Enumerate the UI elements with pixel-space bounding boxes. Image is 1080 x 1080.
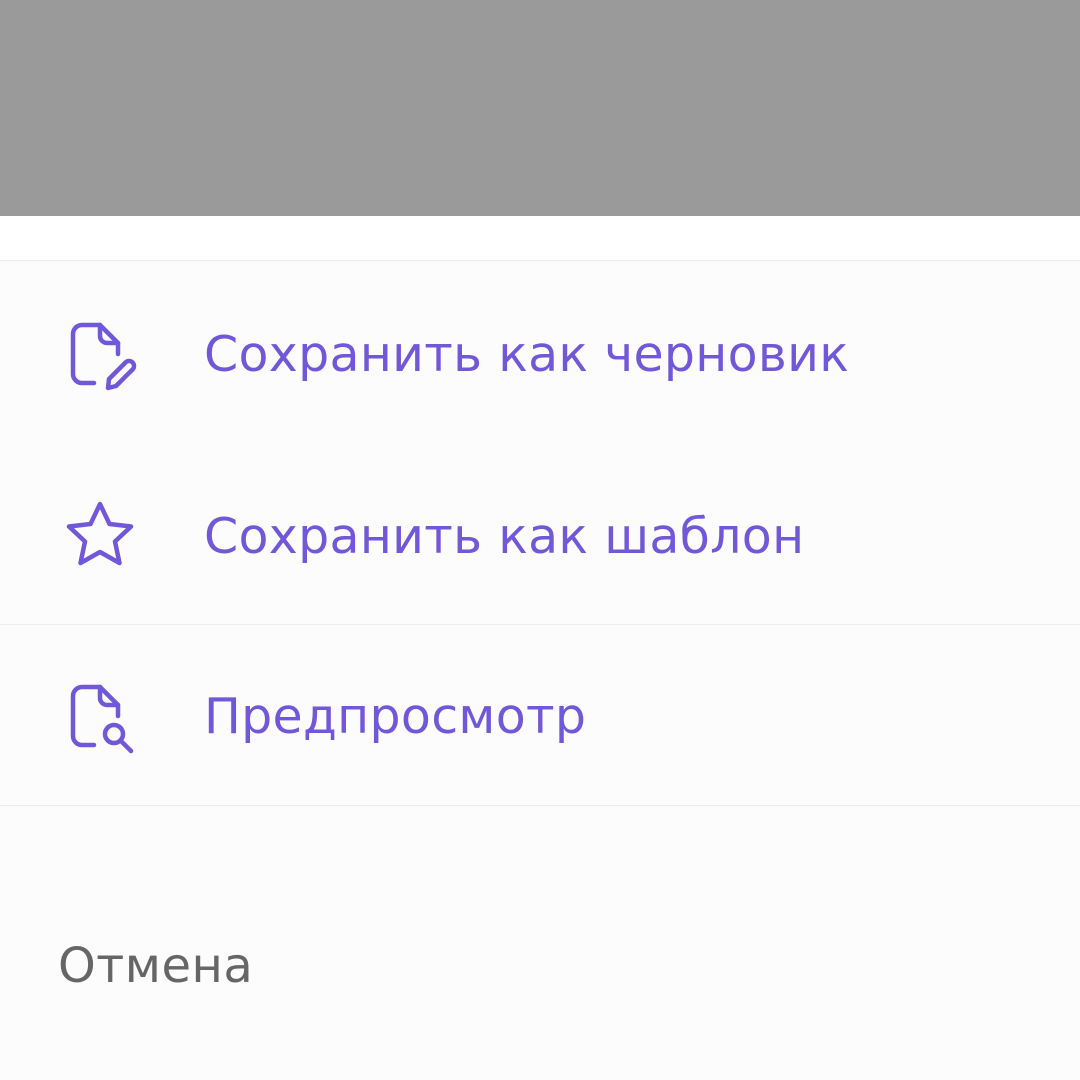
star-icon — [60, 496, 140, 576]
file-edit-icon — [60, 314, 140, 394]
sheet-header — [0, 216, 1080, 260]
save-as-template-button[interactable]: Сохранить как шаблон — [0, 446, 1080, 626]
save-as-draft-button[interactable]: Сохранить как черновик — [0, 264, 1080, 444]
file-search-icon — [60, 676, 140, 756]
scrim-overlay[interactable] — [0, 0, 1080, 216]
preview-label: Предпросмотр — [204, 687, 587, 745]
save-as-template-label: Сохранить как шаблон — [204, 507, 805, 565]
bottom-sheet: Сохранить как черновик Сохранить как шаб… — [0, 216, 1080, 1080]
save-as-draft-label: Сохранить как черновик — [204, 325, 850, 383]
divider — [0, 805, 1080, 806]
divider — [0, 260, 1080, 261]
cancel-button[interactable]: Отмена — [58, 938, 253, 994]
divider — [0, 624, 1080, 625]
preview-button[interactable]: Предпросмотр — [0, 626, 1080, 806]
